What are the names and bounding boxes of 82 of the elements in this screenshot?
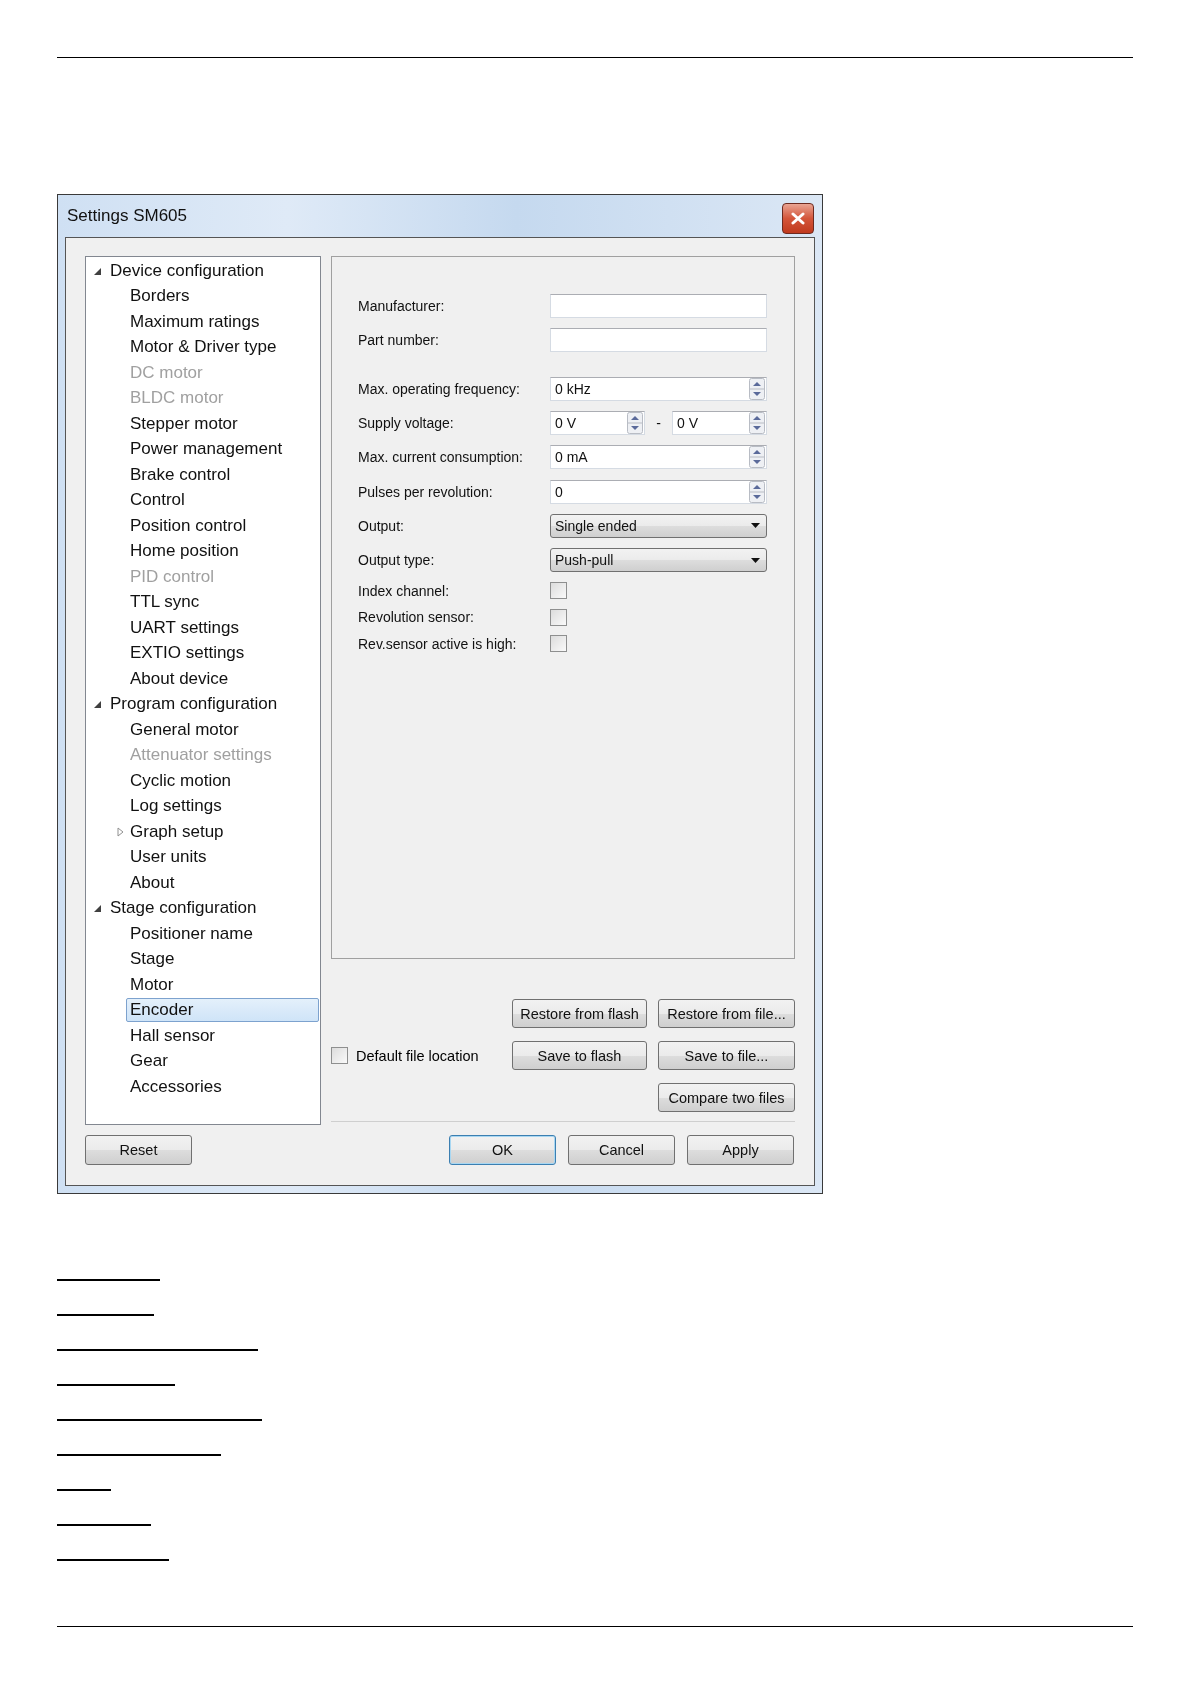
text-field[interactable] [550,294,767,319]
spin-arrows-icon[interactable] [749,446,765,469]
file-action-button[interactable]: Save to flash [512,1041,647,1070]
tree-item[interactable]: Stage configuration [106,896,261,921]
spin-field[interactable]: 0 mA [550,445,767,470]
dropdown-arrow-icon [751,557,760,563]
tree-item[interactable]: Stage [126,947,179,972]
tree-item[interactable]: About [126,870,179,895]
tree-item[interactable]: Log settings [126,794,226,819]
tree-item[interactable]: Borders [126,284,194,309]
checkbox[interactable] [550,582,567,600]
dropdown[interactable]: Single ended [550,513,767,538]
dropdown-value: Push-pull [555,552,614,569]
tree-item[interactable]: User units [126,845,211,870]
file-action-button[interactable]: Restore from file... [658,999,795,1028]
checkbox[interactable] [331,1047,348,1064]
field-label: Manufacturer: [358,298,446,315]
field-label: Supply voltage: [358,415,455,432]
tree-item[interactable]: About device [126,666,233,691]
field-label: Revolution sensor: [358,609,475,626]
tree-item[interactable]: Program configuration [106,692,282,717]
file-action-button[interactable]: Save to file... [658,1041,795,1070]
tree-item[interactable]: Encoder [126,998,319,1023]
dialog-button[interactable]: OK [449,1135,556,1165]
dropdown-value: Single ended [555,517,637,534]
close-button[interactable] [782,202,814,234]
dropdown[interactable]: Push-pull [550,548,767,573]
field-label: Output type: [358,552,436,569]
tree-item[interactable]: Motor [126,972,178,997]
spin-field[interactable]: 0 V [550,411,645,436]
tree-item[interactable]: Maximum ratings [126,309,264,334]
tree-item[interactable]: EXTIO settings [126,641,249,666]
spin-field[interactable]: 0 kHz [550,376,767,401]
field-label: Index channel: [358,582,451,599]
text-field[interactable] [550,328,767,353]
tree-item[interactable]: Gear [126,1049,172,1074]
tree-item[interactable]: General motor [126,717,243,742]
tree-item[interactable]: Device configuration [106,258,269,283]
field-label: Output: [358,517,405,534]
spin-arrows-icon[interactable] [627,412,643,435]
field-value: 0 V [677,415,698,432]
field-value: 0 mA [555,449,588,466]
tree-item[interactable]: Hall sensor [126,1023,220,1048]
tree-item[interactable]: Stepper motor [126,411,242,436]
tree-item[interactable]: TTL sync [126,590,204,615]
tree-item[interactable]: Position control [126,513,251,538]
spin-arrows-icon[interactable] [749,412,765,435]
field-value: 0 kHz [555,380,591,397]
field-label: Pulses per revolution: [358,483,494,500]
checkbox[interactable] [550,608,567,626]
dialog-button[interactable]: Apply [687,1135,794,1165]
field-label: Rev.sensor active is high: [358,635,518,652]
spin-field[interactable]: 0 [550,479,767,504]
close-icon [791,211,805,225]
field-label: Max. operating frequency: [358,380,521,397]
tree-item[interactable]: UART settings [126,615,243,640]
file-action-button[interactable]: Compare two files [658,1083,795,1112]
window-title: Settings SM605 [67,206,187,226]
field-label: Part number: [358,332,440,349]
tree-item[interactable]: Motor & Driver type [126,335,281,360]
field-label: Max. current consumption: [358,449,524,466]
spin-field[interactable]: 0 V [672,411,767,436]
tree-item[interactable]: Cyclic motion [126,768,236,793]
file-action-button[interactable]: Restore from flash [512,999,647,1028]
tree-item[interactable]: Positioner name [126,921,257,946]
range-separator: - [656,415,661,432]
spin-arrows-icon[interactable] [749,480,765,503]
tree-item[interactable]: Accessories [126,1074,226,1099]
tree-item[interactable]: Brake control [126,462,235,487]
field-value: 0 V [555,415,576,432]
collapsed-arrow-icon[interactable] [114,825,126,838]
spin-arrows-icon[interactable] [749,377,765,400]
tree-item[interactable]: Control [126,488,189,513]
reset-button[interactable]: Reset [85,1135,192,1165]
checkbox[interactable] [550,635,567,653]
dialog-button[interactable]: Cancel [568,1135,675,1165]
checkbox-label: Default file location [356,1047,479,1064]
tree-item[interactable]: Power management [126,437,287,462]
field-value: 0 [555,483,563,500]
dropdown-arrow-icon [751,523,760,529]
tree-item[interactable]: Graph setup [126,819,228,844]
tree-item[interactable]: Home position [126,539,243,564]
